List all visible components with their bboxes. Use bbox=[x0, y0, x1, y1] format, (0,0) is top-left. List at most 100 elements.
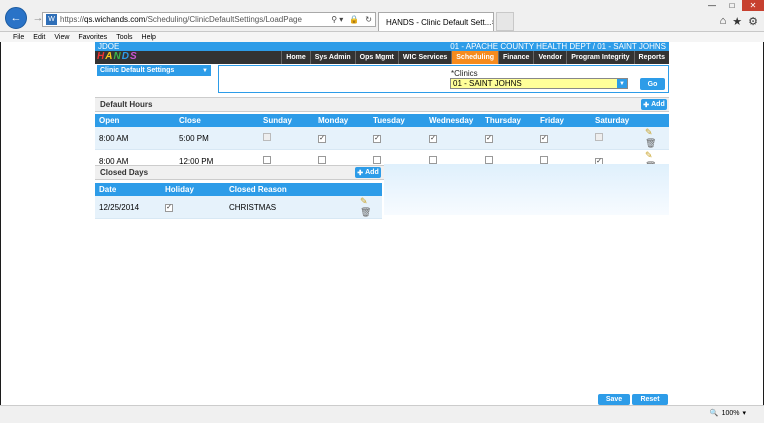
zoom-level: 100% bbox=[721, 409, 740, 417]
day-checkbox[interactable]: ✓ bbox=[540, 135, 548, 143]
edit-icon[interactable]: ✎ bbox=[360, 196, 368, 207]
lock-icon[interactable]: 🔒 bbox=[346, 15, 362, 24]
day-checkbox[interactable] bbox=[540, 156, 548, 164]
day-checkbox[interactable]: ✓ bbox=[429, 135, 437, 143]
save-button[interactable]: Save bbox=[598, 394, 630, 405]
browser-tools: ⌂ ★ ⚙ bbox=[720, 15, 758, 28]
favorites-star-icon[interactable]: ★ bbox=[732, 15, 742, 28]
closed-days-side-fill bbox=[384, 164, 669, 215]
day-checkbox[interactable] bbox=[373, 156, 381, 164]
site-favicon-icon: W bbox=[46, 14, 57, 25]
day-checkbox[interactable] bbox=[485, 156, 493, 164]
browser-tab[interactable]: HANDS - Clinic Default Sett... × bbox=[378, 12, 494, 31]
plus-icon: ✚ bbox=[643, 101, 650, 109]
nav-reports[interactable]: Reports bbox=[633, 51, 669, 64]
trash-icon[interactable]: 🗑 bbox=[645, 138, 656, 149]
gear-icon[interactable]: ⚙ bbox=[748, 15, 758, 28]
day-checkbox[interactable] bbox=[263, 133, 271, 141]
menu-view[interactable]: View bbox=[54, 34, 69, 41]
day-cell: ✓ bbox=[536, 127, 591, 150]
nav-sys-admin[interactable]: Sys Admin bbox=[309, 51, 355, 64]
reset-button[interactable]: Reset bbox=[632, 394, 668, 405]
chevron-down-icon: ▼ bbox=[617, 79, 627, 88]
hours-col-tuesday: Tuesday bbox=[369, 114, 425, 127]
refresh-icon[interactable]: ↻ bbox=[362, 15, 375, 24]
closed-col-closed-reason: Closed Reason bbox=[225, 183, 356, 196]
edit-icon[interactable]: ✎ bbox=[645, 150, 653, 161]
closed-col-date: Date bbox=[95, 183, 161, 196]
tab-close-icon[interactable]: × bbox=[491, 18, 493, 27]
closed-date: 12/25/2014 bbox=[95, 196, 161, 219]
hours-col-wednesday: Wednesday bbox=[425, 114, 481, 127]
menu-edit[interactable]: Edit bbox=[33, 34, 45, 41]
day-cell bbox=[591, 127, 641, 150]
hands-logo: HANDS bbox=[97, 51, 138, 62]
user-name[interactable]: JDOE bbox=[98, 42, 119, 51]
menu-favorites[interactable]: Favorites bbox=[78, 34, 107, 41]
menu-file[interactable]: File bbox=[13, 34, 24, 41]
minimize-button[interactable]: — bbox=[702, 0, 722, 11]
zoom-control[interactable]: 🔍 100% ▾ bbox=[710, 409, 746, 418]
hours-col-sunday: Sunday bbox=[259, 114, 314, 127]
day-checkbox[interactable] bbox=[318, 156, 326, 164]
address-bar[interactable]: W https://qs.wichands.com/Scheduling/Cli… bbox=[42, 12, 376, 27]
close-window-button[interactable]: ✕ bbox=[742, 0, 764, 11]
row-actions: ✎🗑 bbox=[356, 196, 382, 219]
search-icon[interactable]: ⚲ ▾ bbox=[328, 15, 346, 24]
day-cell bbox=[259, 127, 314, 150]
closed-days-table: Date Holiday Closed Reason 12/25/2014 ✓ CHRI… bbox=[95, 183, 382, 219]
table-row: 12/25/2014 ✓ CHRISTMAS ✎🗑 bbox=[95, 196, 382, 219]
plus-icon: ✚ bbox=[357, 169, 364, 177]
add-closed-day-label: Add bbox=[365, 169, 379, 176]
holiday-cell: ✓ bbox=[161, 196, 225, 219]
hours-col-saturday: Saturday bbox=[591, 114, 641, 127]
clinic-banner: 01 - APACHE COUNTY HEALTH DEPT / 01 - SA… bbox=[450, 42, 666, 51]
clinic-select[interactable]: 01 - SAINT JOHNS ▼ bbox=[450, 78, 628, 89]
closed-header-row: Date Holiday Closed Reason bbox=[95, 183, 382, 196]
day-checkbox[interactable] bbox=[429, 156, 437, 164]
url-text: https://qs.wichands.com/Scheduling/Clini… bbox=[60, 15, 302, 24]
home-icon[interactable]: ⌂ bbox=[720, 15, 727, 28]
default-hours-header: Default Hours bbox=[95, 97, 669, 112]
new-tab-button[interactable] bbox=[496, 12, 514, 31]
menu-tools[interactable]: Tools bbox=[116, 34, 132, 41]
menu-help[interactable]: Help bbox=[142, 34, 156, 41]
clinics-label: *Clinics bbox=[451, 69, 478, 78]
menu-bar: File Edit View Favorites Tools Help bbox=[0, 32, 764, 42]
go-button[interactable]: Go bbox=[640, 78, 665, 90]
maximize-button[interactable]: □ bbox=[722, 0, 742, 11]
default-hours-title: Default Hours bbox=[100, 100, 153, 109]
nav-vendor[interactable]: Vendor bbox=[533, 51, 566, 64]
trash-icon[interactable]: 🗑 bbox=[360, 207, 371, 218]
day-checkbox[interactable] bbox=[595, 133, 603, 141]
day-checkbox[interactable]: ✓ bbox=[485, 135, 493, 143]
day-cell: ✓ bbox=[481, 127, 536, 150]
table-row: 8:00 AM 5:00 PM ✓ ✓ ✓ ✓ ✓ ✎🗑 bbox=[95, 127, 669, 150]
page-dropdown[interactable]: Clinic Default Settings ▼ bbox=[97, 65, 211, 76]
hours-col-thursday: Thursday bbox=[481, 114, 536, 127]
page-dropdown-label: Clinic Default Settings bbox=[100, 67, 175, 74]
day-checkbox[interactable] bbox=[263, 156, 271, 164]
clinic-filter-panel: *Clinics 01 - SAINT JOHNS ▼ bbox=[218, 65, 669, 93]
day-checkbox[interactable]: ✓ bbox=[318, 135, 326, 143]
nav-home[interactable]: Home bbox=[281, 51, 309, 64]
nav-ops-mgmt[interactable]: Ops Mgmt bbox=[354, 51, 398, 64]
nav-program-integrity[interactable]: Program Integrity bbox=[566, 51, 633, 64]
chevron-down-icon: ▾ bbox=[742, 410, 746, 417]
hours-col-friday: Friday bbox=[536, 114, 591, 127]
back-button[interactable]: ← bbox=[5, 7, 27, 29]
add-closed-day-button[interactable]: ✚ Add bbox=[355, 167, 381, 178]
day-cell: ✓ bbox=[425, 127, 481, 150]
edit-icon[interactable]: ✎ bbox=[645, 127, 653, 138]
nav-scheduling[interactable]: Scheduling bbox=[451, 51, 498, 64]
closed-col-actions bbox=[356, 183, 382, 196]
day-checkbox[interactable]: ✓ bbox=[373, 135, 381, 143]
nav-finance[interactable]: Finance bbox=[498, 51, 533, 64]
nav-wic-services[interactable]: WIC Services bbox=[397, 51, 451, 64]
holiday-checkbox[interactable]: ✓ bbox=[165, 204, 173, 212]
closed-days-header: Closed Days bbox=[95, 165, 384, 180]
page-viewport: JDOE 01 - APACHE COUNTY HEALTH DEPT / 01… bbox=[1, 42, 763, 405]
closed-days-title: Closed Days bbox=[100, 168, 149, 177]
hours-col-actions bbox=[641, 114, 669, 127]
add-hours-button[interactable]: ✚ Add bbox=[641, 99, 667, 110]
